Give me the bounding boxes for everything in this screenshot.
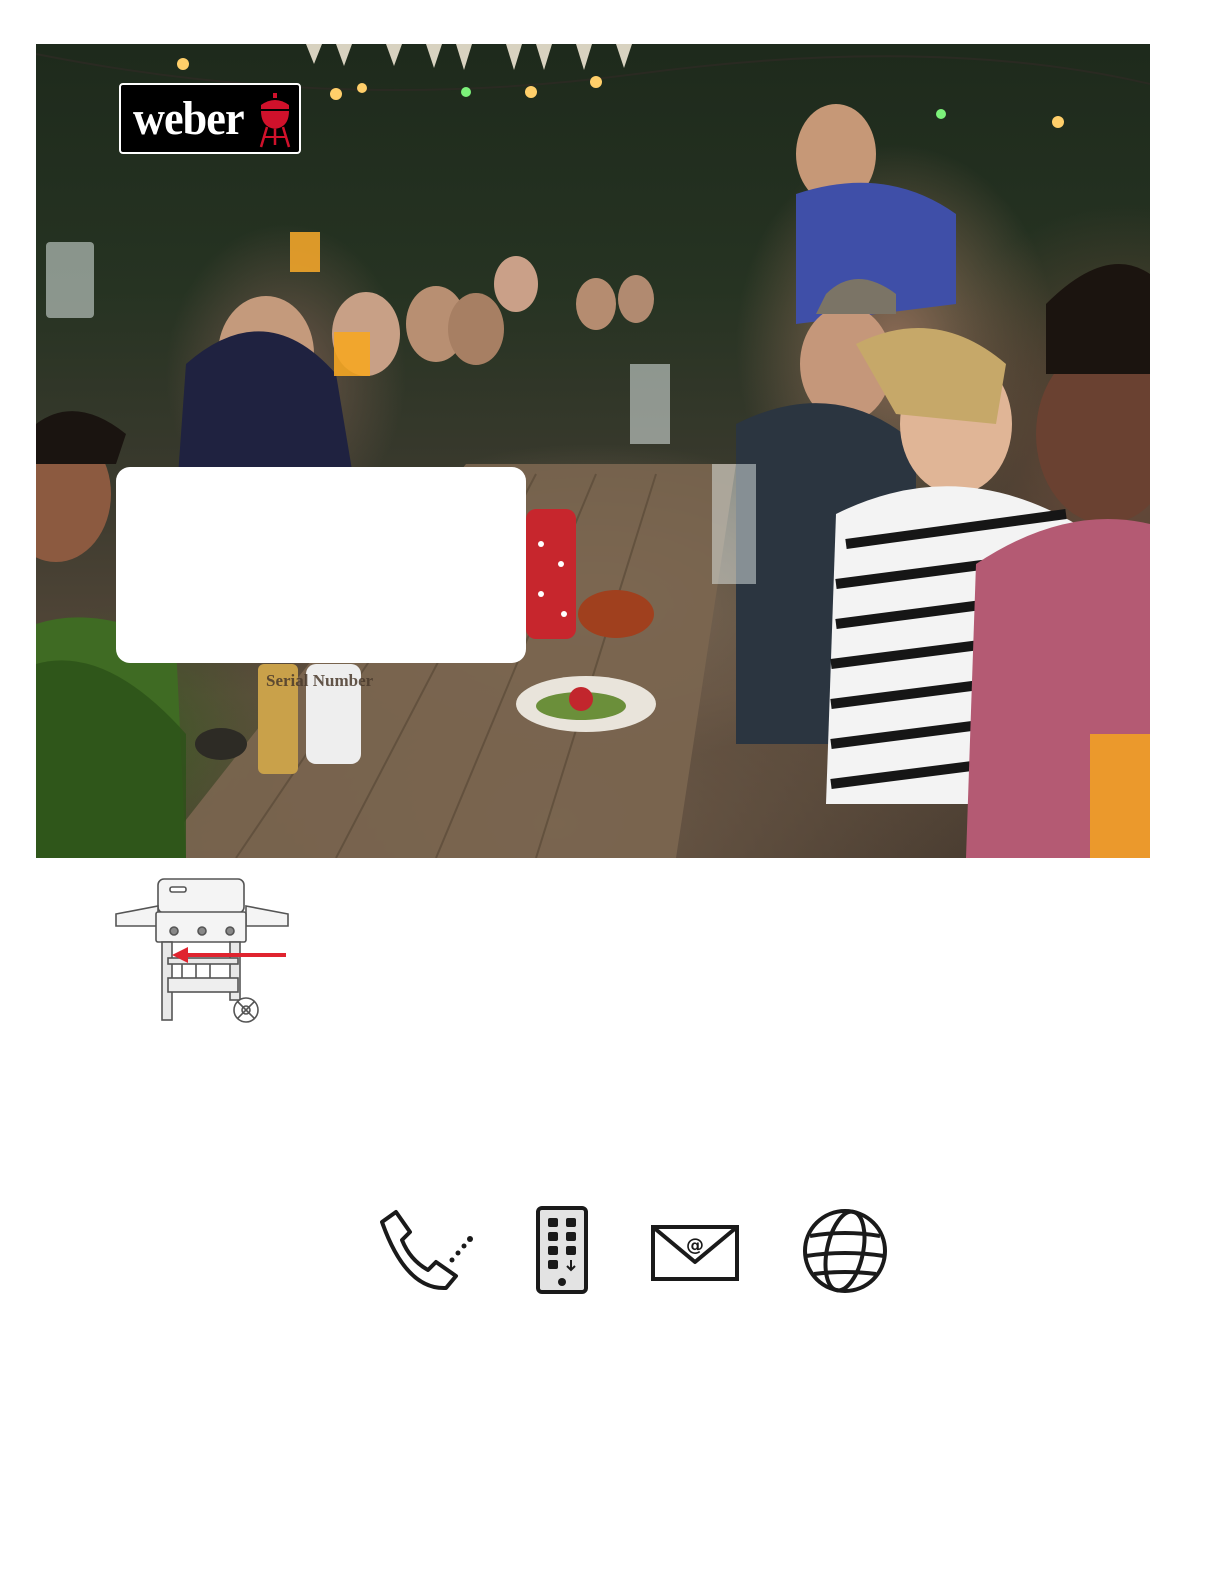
hero-photo [36,44,1150,858]
globe-icon[interactable] [802,1208,888,1294]
gas-grill-icon [115,878,289,1023]
mobile-app-icon[interactable] [536,1206,588,1294]
phone-icon[interactable] [370,1204,474,1296]
info-card [116,467,526,663]
svg-text:@: @ [686,1235,704,1256]
serial-number-label: Serial Number [266,671,374,690]
hero-scene [36,44,1150,858]
weber-logo: weber [119,83,301,154]
contact-icons: @ [370,1200,900,1300]
logo-wordmark: weber [133,91,245,145]
email-icon[interactable]: @ [650,1224,740,1282]
kettle-grill-icon [259,93,291,148]
